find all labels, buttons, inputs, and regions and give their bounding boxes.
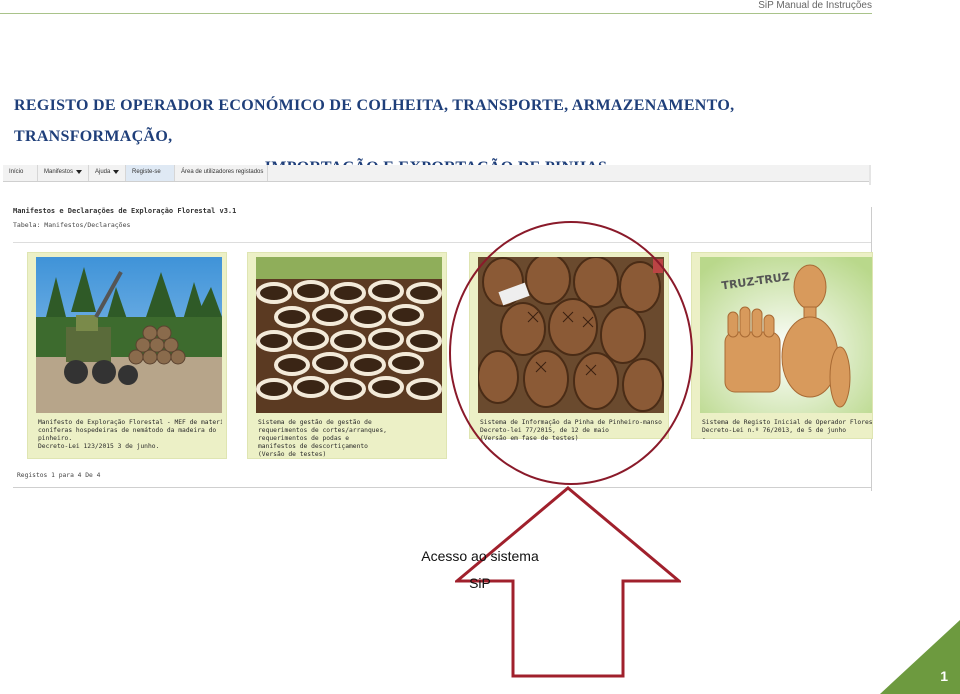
divider	[13, 242, 871, 243]
callout-line-1: Acesso ao sistema	[421, 548, 539, 564]
page-number: 1	[940, 668, 948, 684]
embedded-screenshot: Início Manifestos Ajuda Registe-se Área …	[3, 165, 873, 491]
card-mef[interactable]: Manifesto de Exploração Florestal - MEF …	[27, 252, 227, 459]
header-rule	[0, 13, 872, 14]
chevron-down-icon	[113, 170, 120, 174]
card-cortes-podas[interactable]: Sistema de gestão de gestão de requerime…	[247, 252, 447, 459]
nav-item-ajuda[interactable]: Ajuda	[89, 165, 126, 181]
cork-bark-image	[256, 257, 442, 413]
forestry-harvester-image	[36, 257, 222, 413]
card-caption: Sistema de Registo Inicial de Operador F…	[702, 419, 872, 442]
callout-line-2: SiP	[469, 575, 491, 591]
nav-bar: Início Manifestos Ajuda Registe-se Área …	[3, 165, 871, 182]
table-label: Tabela: Manifestos/Declarações	[13, 221, 131, 229]
nav-item-registe-se[interactable]: Registe-se	[126, 165, 175, 181]
nav-item-inicio[interactable]: Início	[3, 165, 38, 181]
divider	[13, 487, 871, 488]
manifestos-panel: Manifestos e Declarações de Exploração F…	[11, 207, 873, 491]
chevron-down-icon	[76, 170, 83, 174]
records-count: Registos 1 para 4 De 4	[17, 472, 101, 479]
wooden-mannequin-image: TRUZ-TRUZ	[700, 257, 872, 413]
section-title-line-1: REGISTO DE OPERADOR ECONÓMICO DE COLHEIT…	[14, 97, 735, 145]
card-caption: Manifesto de Exploração Florestal - MEF …	[38, 419, 222, 450]
nav-item-area-utilizadores[interactable]: Área de utilizadores registados	[175, 165, 268, 181]
highlight-circle	[449, 221, 693, 485]
scrollbar-stub	[869, 165, 871, 185]
nav-item-manifestos[interactable]: Manifestos	[38, 165, 89, 181]
card-riof[interactable]: TRUZ-TRUZ Sistema de Registo Inicial de …	[691, 252, 873, 442]
app-title: Manifestos e Declarações de Exploração F…	[13, 207, 237, 215]
card-caption: Sistema de gestão de gestão de requerime…	[258, 419, 387, 458]
document-header-title: SiP Manual de Instruções	[758, 0, 872, 11]
